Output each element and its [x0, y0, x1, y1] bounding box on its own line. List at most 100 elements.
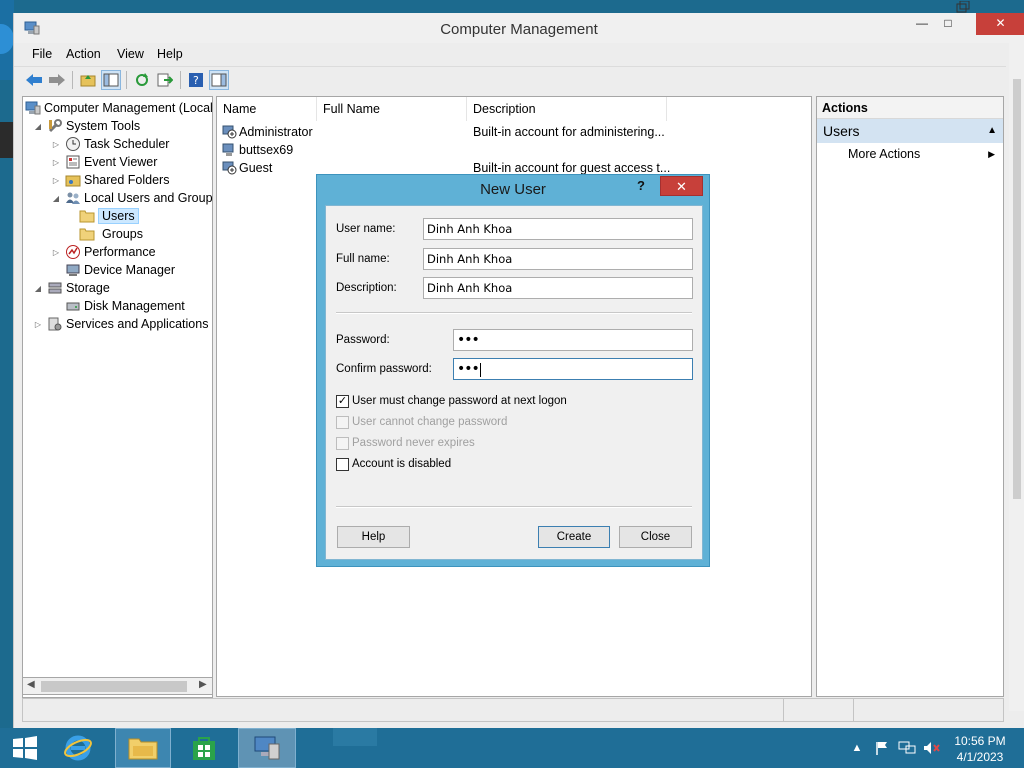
tray-arrow-icon: ▲ [851, 742, 863, 754]
tree-item-label: Computer Management (Local [44, 101, 213, 115]
list-item[interactable]: Guest [221, 159, 272, 177]
user-name-input[interactable]: Dinh Anh Khoa [423, 218, 693, 240]
performance-icon [65, 244, 81, 260]
network-icon[interactable] [895, 728, 919, 768]
desktop-edge-dark [0, 122, 14, 158]
file-explorer-icon [128, 738, 158, 760]
menu-file[interactable]: File [32, 47, 52, 61]
tree-item-disk-management[interactable]: Disk Management [61, 297, 185, 315]
user-icon [221, 142, 239, 158]
scrollbar-thumb[interactable] [41, 681, 187, 692]
windows-logo-icon [13, 736, 37, 760]
taskbar-internet-explorer[interactable] [52, 728, 104, 768]
description-input[interactable]: Dinh Anh Khoa [423, 277, 693, 299]
start-button[interactable] [0, 728, 50, 768]
tree-item-performance[interactable]: ▷ Performance [51, 243, 156, 261]
scroll-right-icon[interactable]: ▶ [199, 679, 207, 690]
confirm-password-input[interactable]: ••• [453, 358, 693, 380]
menu-help[interactable]: Help [157, 47, 183, 61]
checkbox-box[interactable] [336, 415, 349, 429]
dialog-close-button[interactable]: ✕ [660, 176, 703, 196]
actions-pane: Actions Users ▲ More Actions ▶ [816, 96, 1004, 697]
tree-item-label: Performance [84, 245, 156, 259]
expand-icon[interactable]: ▷ [51, 248, 61, 257]
show-hide-tree-icon[interactable] [101, 70, 121, 90]
menu-action[interactable]: Action [66, 47, 101, 61]
collapse-icon[interactable]: ◢ [33, 284, 43, 293]
maximize-button[interactable]: □ [935, 13, 961, 35]
column-header-full-name[interactable]: Full Name [317, 97, 467, 121]
list-item[interactable]: Administrator [221, 123, 313, 141]
status-segment [783, 699, 853, 721]
back-icon[interactable] [24, 70, 44, 90]
account-disabled-checkbox[interactable]: Account is disabled [336, 456, 451, 472]
title-bar[interactable]: Computer Management — □ ✕ [14, 0, 1024, 43]
tree-item-label: Device Manager [84, 263, 176, 277]
forward-icon[interactable] [47, 70, 67, 90]
tree-item-users[interactable]: Users [79, 207, 139, 225]
scroll-left-icon[interactable]: ◀ [27, 679, 35, 690]
more-actions-label: More Actions [848, 147, 921, 161]
expand-icon[interactable]: ▷ [51, 158, 61, 167]
tree-item-storage[interactable]: ◢ Storage [33, 279, 110, 297]
menu-view[interactable]: View [117, 47, 144, 61]
tree-item-local-users-groups[interactable]: ◢ Local Users and Groups [51, 189, 212, 207]
checkbox-box[interactable] [336, 436, 349, 450]
export-list-icon[interactable] [155, 70, 175, 90]
show-action-pane-icon[interactable] [209, 70, 229, 90]
password-input[interactable]: ••• [453, 329, 693, 351]
volume-muted-icon[interactable] [920, 728, 944, 768]
submenu-arrow-icon: ▶ [988, 149, 995, 159]
storage-icon [47, 280, 63, 296]
tree-item-event-viewer[interactable]: ▷ Event Viewer [51, 153, 158, 171]
tree-item-label: Services and Applications [66, 317, 209, 331]
tree-item-computer-management[interactable]: Computer Management (Local [25, 99, 213, 117]
system-clock[interactable]: 10:56 PM 4/1/2023 [950, 733, 1010, 765]
up-folder-icon[interactable] [78, 70, 98, 90]
tree-item-groups[interactable]: Groups [79, 225, 143, 243]
scrollbar-thumb[interactable] [1013, 79, 1021, 499]
more-actions-item[interactable]: More Actions ▶ [817, 143, 1003, 165]
user-icon [221, 160, 239, 176]
tree-item-system-tools[interactable]: ◢ System Tools [33, 117, 140, 135]
column-header-name[interactable]: Name [217, 97, 317, 121]
checkbox-box[interactable] [336, 457, 349, 471]
close-button[interactable]: ✕ [976, 13, 1024, 35]
help-icon[interactable]: ? [186, 70, 206, 90]
create-button[interactable]: Create [538, 526, 610, 548]
checkmark-icon[interactable]: ✓ [336, 394, 349, 408]
collapse-icon[interactable]: ◢ [33, 122, 43, 131]
refresh-icon[interactable] [132, 70, 152, 90]
checkbox-label: Password never expires [352, 437, 475, 449]
actions-section-users[interactable]: Users ▲ [817, 119, 1003, 143]
expand-icon[interactable]: ▷ [33, 320, 43, 329]
show-hidden-icons-button[interactable]: ▲ [846, 728, 868, 768]
password-never-expires-checkbox[interactable]: Password never expires [336, 435, 475, 451]
taskbar-computer-management[interactable] [238, 728, 296, 768]
tree-item-services-applications[interactable]: ▷ Services and Applications [33, 315, 209, 333]
collapse-section-icon[interactable]: ▲ [987, 119, 997, 143]
dialog-title: New User [480, 181, 546, 198]
expand-icon[interactable]: ▷ [51, 140, 61, 149]
list-item[interactable]: buttsex69 [221, 141, 293, 159]
taskbar-store[interactable] [178, 728, 230, 768]
must-change-password-checkbox[interactable]: ✓ User must change password at next logo… [336, 393, 567, 409]
taskbar-file-explorer[interactable] [115, 728, 171, 768]
dialog-help-button[interactable]: ? [637, 178, 645, 193]
user-name: Guest [239, 161, 273, 175]
column-header-description[interactable]: Description [467, 97, 667, 121]
window-vertical-scrollbar[interactable] [1009, 43, 1024, 711]
tree-item-task-scheduler[interactable]: ▷ Task Scheduler [51, 135, 169, 153]
collapse-icon[interactable]: ◢ [51, 194, 61, 203]
close-dialog-button[interactable]: Close [619, 526, 692, 548]
taskbar-hidden-tile [333, 728, 377, 746]
tree-horizontal-scrollbar[interactable]: ◀ ▶ [22, 677, 213, 695]
help-button[interactable]: Help [337, 526, 410, 548]
tree-item-device-manager[interactable]: Device Manager [61, 261, 175, 279]
action-center-icon[interactable] [870, 728, 894, 768]
minimize-button[interactable]: — [909, 13, 935, 35]
cannot-change-password-checkbox[interactable]: User cannot change password [336, 414, 507, 430]
full-name-input[interactable]: Dinh Anh Khoa [423, 248, 693, 270]
expand-icon[interactable]: ▷ [51, 176, 61, 185]
tree-item-shared-folders[interactable]: ▷ Shared Folders [51, 171, 170, 189]
